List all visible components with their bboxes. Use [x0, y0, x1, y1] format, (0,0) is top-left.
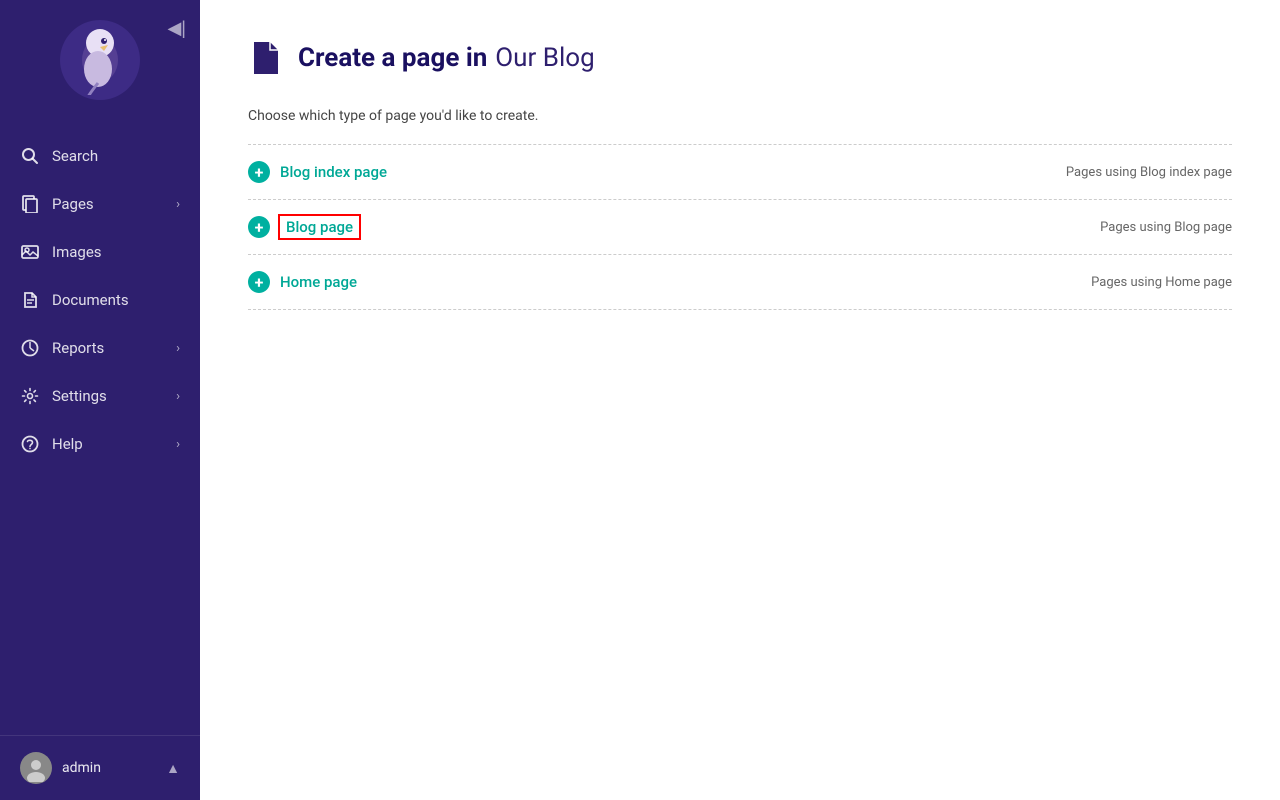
sidebar-item-documents[interactable]: Documents: [0, 276, 200, 324]
sidebar-item-label: Settings: [52, 387, 176, 405]
page-type-icon: [248, 40, 284, 76]
images-icon: [20, 242, 40, 262]
page-type-left: + Blog index page: [248, 161, 387, 183]
search-icon: [20, 146, 40, 166]
admin-chevron-icon: ▲: [166, 760, 180, 777]
page-type-usage: Pages using Blog index page: [1066, 165, 1232, 180]
reports-icon: [20, 338, 40, 358]
page-type-left: + Blog page: [248, 216, 359, 238]
page-type-item[interactable]: + Blog index page Pages using Blog index…: [248, 144, 1232, 200]
page-type-item[interactable]: + Home page Pages using Home page: [248, 255, 1232, 310]
collapse-sidebar-button[interactable]: ◀|: [167, 18, 186, 39]
sidebar-item-label: Help: [52, 435, 176, 453]
sidebar-item-reports[interactable]: Reports ›: [0, 324, 200, 372]
admin-username: admin: [62, 760, 166, 776]
sidebar: ◀|: [0, 0, 200, 800]
avatar: [20, 752, 52, 784]
page-type-item[interactable]: + Blog page Pages using Blog page: [248, 200, 1232, 255]
sidebar-item-label: Images: [52, 243, 180, 261]
sidebar-item-label: Search: [52, 147, 180, 165]
chevron-right-icon: ›: [176, 437, 180, 452]
sidebar-item-pages[interactable]: Pages ›: [0, 180, 200, 228]
sidebar-footer[interactable]: admin ▲: [0, 735, 200, 800]
sidebar-item-label: Reports: [52, 339, 176, 357]
chevron-right-icon: ›: [176, 389, 180, 404]
main-content: Create a page inOur Blog Choose which ty…: [200, 0, 1280, 800]
sidebar-item-label: Pages: [52, 195, 176, 213]
sidebar-item-help[interactable]: Help ›: [0, 420, 200, 468]
add-page-icon: +: [248, 271, 270, 293]
sidebar-item-settings[interactable]: Settings ›: [0, 372, 200, 420]
page-type-usage: Pages using Home page: [1091, 275, 1232, 290]
page-title: Create a page inOur Blog: [298, 43, 595, 73]
documents-icon: [20, 290, 40, 310]
nav-menu: Search Pages › Images: [0, 124, 200, 735]
add-page-icon: +: [248, 216, 270, 238]
add-page-icon: +: [248, 161, 270, 183]
chevron-right-icon: ›: [176, 197, 180, 212]
page-type-name: Blog index page: [280, 163, 387, 181]
page-type-left: + Home page: [248, 271, 357, 293]
page-description: Choose which type of page you'd like to …: [248, 108, 1232, 124]
settings-icon: [20, 386, 40, 406]
logo: [60, 20, 140, 100]
sidebar-item-search[interactable]: Search: [0, 132, 200, 180]
page-type-usage: Pages using Blog page: [1100, 220, 1232, 235]
pages-icon: [20, 194, 40, 214]
page-type-name-highlighted: Blog page: [280, 216, 359, 238]
page-header: Create a page inOur Blog: [248, 40, 1232, 76]
sidebar-item-label: Documents: [52, 291, 180, 309]
chevron-right-icon: ›: [176, 341, 180, 356]
page-type-name: Home page: [280, 273, 357, 291]
help-icon: [20, 434, 40, 454]
sidebar-item-images[interactable]: Images: [0, 228, 200, 276]
page-type-list: + Blog index page Pages using Blog index…: [248, 144, 1232, 310]
